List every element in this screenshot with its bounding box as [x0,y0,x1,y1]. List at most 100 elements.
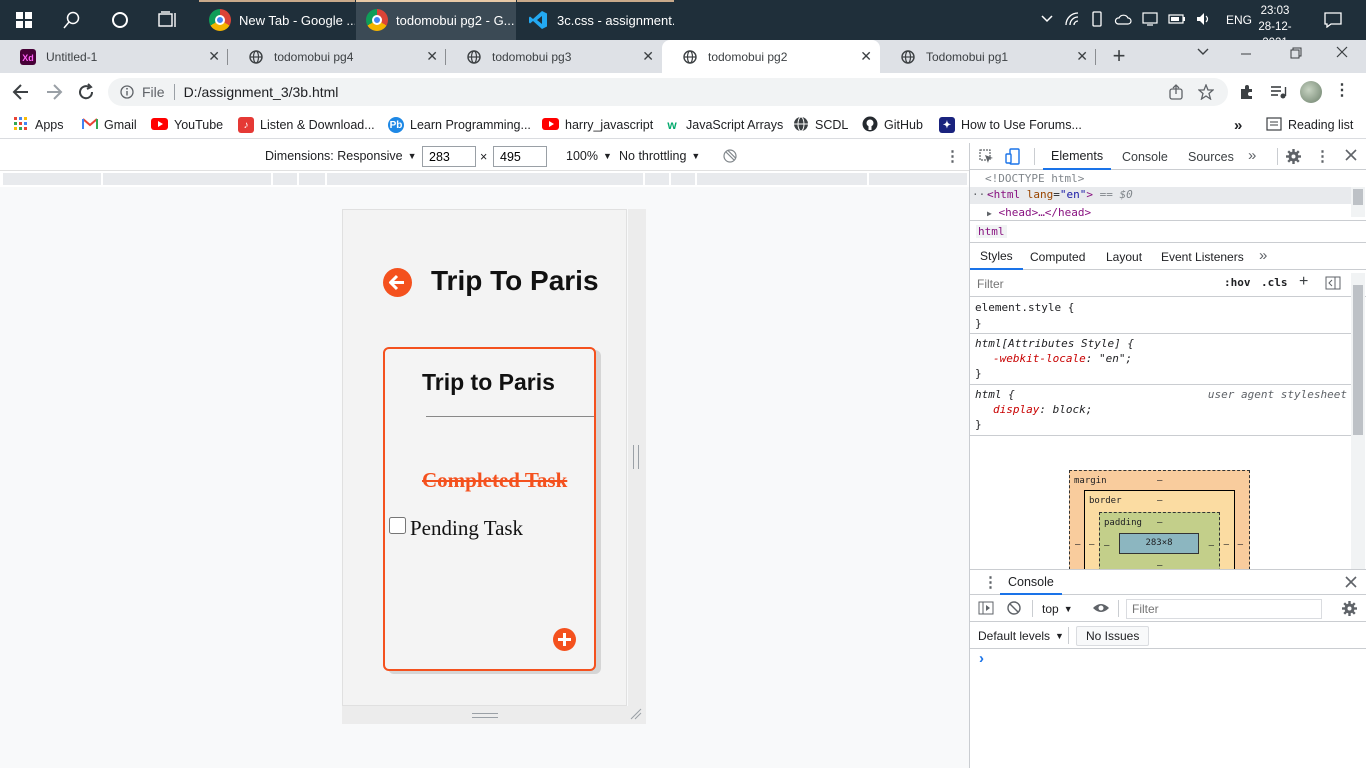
profile-avatar[interactable] [1300,81,1322,103]
close-icon[interactable]: ✕ [642,48,654,65]
box-model-margin[interactable]: margin – – – border – – – padding – – – … [1069,470,1250,569]
share-icon[interactable] [1168,84,1184,100]
styles-scrollbar[interactable] [1351,273,1365,569]
close-devtools-icon[interactable] [1345,149,1357,164]
cortana-icon[interactable] [96,0,144,40]
dom-scrollbar-thumb[interactable] [1353,189,1363,205]
back-arrow-icon[interactable] [12,83,30,104]
close-icon[interactable]: ✕ [1076,48,1088,65]
width-input[interactable] [422,146,476,167]
settings-gear-icon[interactable] [1285,148,1302,168]
ruler-segment[interactable] [869,173,967,185]
drawer-tab-console[interactable]: Console [1000,570,1062,595]
zoom-dropdown[interactable]: 100% ▼ [566,149,612,163]
subtab-computed[interactable]: Computed [1030,244,1085,270]
reload-icon[interactable] [77,83,95,104]
live-expression-eye-icon[interactable] [1092,602,1110,617]
dom-scrollbar[interactable] [1351,187,1365,217]
cloud-icon[interactable] [1114,12,1132,29]
minimize-icon[interactable] [1240,48,1254,62]
bookmark-scdl[interactable]: SCDL [793,114,848,136]
rule-html-user-agent[interactable]: html { user agent stylesheet display: bl… [970,385,1351,436]
close-icon[interactable]: ✕ [426,48,438,65]
window-close-icon[interactable] [1336,46,1350,60]
console-filter-input[interactable] [1126,599,1322,619]
devtools-tab-elements[interactable]: Elements [1043,143,1112,170]
ruler-segment[interactable] [3,173,101,185]
tab-todomobui-pg1[interactable]: Todomobui pg1 ✕ [880,40,1096,73]
breadcrumb-html[interactable]: html [976,225,1007,238]
bookmark-javascript-arrays[interactable]: w JavaScript Arrays [664,114,783,136]
devtools-tab-sources[interactable]: Sources [1180,143,1242,170]
ruler-segment[interactable] [671,173,695,185]
close-icon[interactable]: ✕ [860,48,872,65]
display-icon[interactable] [1142,11,1158,29]
resize-corner-icon[interactable] [630,708,642,723]
ruler-segment[interactable] [103,173,271,185]
drawer-kebab-icon[interactable]: ⋮ [983,573,998,591]
close-icon[interactable]: ✕ [208,48,220,65]
log-levels-dropdown[interactable]: Default levels ▼ [978,629,1064,643]
devtools-kebab-icon[interactable]: ⋮ [1315,147,1330,165]
wifi-icon[interactable] [1064,11,1080,29]
throttling-dropdown[interactable]: No throttling ▼ [619,149,700,163]
show-sidebar-icon[interactable] [978,601,994,618]
search-icon[interactable] [48,0,96,40]
forward-arrow-icon[interactable] [45,83,63,104]
kebab-menu-icon[interactable]: ⋮ [1334,83,1350,99]
bookmark-listen-download[interactable]: ♪ Listen & Download... [238,114,375,136]
dom-node-head[interactable]: ▶ <head>…</head> [987,206,1091,219]
issues-button[interactable]: No Issues [1076,626,1150,646]
media-control-icon[interactable] [1270,84,1288,103]
phone-icon[interactable] [1090,10,1104,30]
add-task-plus-icon[interactable] [553,628,576,651]
dom-node-html-selected[interactable]: ··· <html lang="en"> == $0 [970,187,1351,204]
close-drawer-icon[interactable] [1345,576,1357,591]
bookmark-harry-javascript[interactable]: harry_javascript [542,114,653,136]
battery-icon[interactable] [1168,13,1186,28]
tab-todomobui-pg3[interactable]: todomobui pg3 ✕ [446,40,662,73]
resize-handle-bottom[interactable] [472,713,498,718]
pending-task-checkbox[interactable] [389,517,406,534]
more-bookmarks-chevron-icon[interactable]: » [1234,114,1242,136]
taskbar-app-chrome-newtab[interactable]: New Tab - Google ... [199,0,355,40]
tab-untitled-1[interactable]: Xd Untitled-1 ✕ [0,40,228,73]
console-output[interactable]: › [970,650,1366,768]
taskbar-app-chrome-todomobui[interactable]: todomobui pg2 - G... [356,0,516,40]
ruler-segment[interactable] [645,173,669,185]
device-toolbar-toggle-icon[interactable] [1005,148,1021,168]
bookmark-how-to-use-forums[interactable]: ✦ How to Use Forums... [939,114,1082,136]
context-selector[interactable]: top ▼ [1042,602,1073,616]
windows-start-icon[interactable] [0,0,48,40]
cls-button[interactable]: .cls [1261,276,1288,289]
clear-console-icon[interactable] [1007,601,1021,618]
more-subtabs-chevron-icon[interactable]: » [1259,247,1267,264]
box-model-border[interactable]: border – – – padding – – – – 283×8 [1084,490,1235,569]
box-model-content[interactable]: 283×8 [1119,533,1199,554]
rotate-disabled-icon[interactable] [723,149,737,166]
hov-button[interactable]: :hov [1224,276,1251,289]
inspect-element-icon[interactable] [979,149,994,167]
completed-task[interactable]: Completed Task [422,468,567,493]
address-bar[interactable]: File D:/assignment_3/3b.html [108,78,1228,106]
add-rule-plus-icon[interactable]: + [1299,273,1308,291]
styles-scrollbar-thumb[interactable] [1353,285,1363,435]
styles-filter-input[interactable] [972,273,1214,294]
task-view-icon[interactable] [144,0,192,40]
subtab-styles[interactable]: Styles [970,244,1023,270]
dimensions-dropdown[interactable]: Dimensions: Responsive ▼ [265,149,416,163]
rule-html-attributes-style[interactable]: html[Attributes Style] { -webkit-locale:… [970,334,1351,385]
bookmark-apps[interactable]: Apps [13,114,64,136]
console-prompt[interactable]: › [979,650,984,667]
info-icon[interactable] [120,85,134,99]
tab-search-chevron-icon[interactable] [1196,46,1214,66]
bookmark-gmail[interactable]: Gmail [82,114,137,136]
restore-icon[interactable] [1290,47,1304,61]
bookmark-learn-programming[interactable]: Pb Learn Programming... [388,114,531,136]
expand-triangle-icon[interactable]: ▶ [987,209,992,218]
bookmark-star-icon[interactable] [1198,84,1214,100]
pending-task-label[interactable]: Pending Task [410,516,523,541]
devtools-tab-console[interactable]: Console [1114,143,1176,170]
ruler-segment[interactable] [273,173,297,185]
subtab-event-listeners[interactable]: Event Listeners [1161,244,1244,270]
